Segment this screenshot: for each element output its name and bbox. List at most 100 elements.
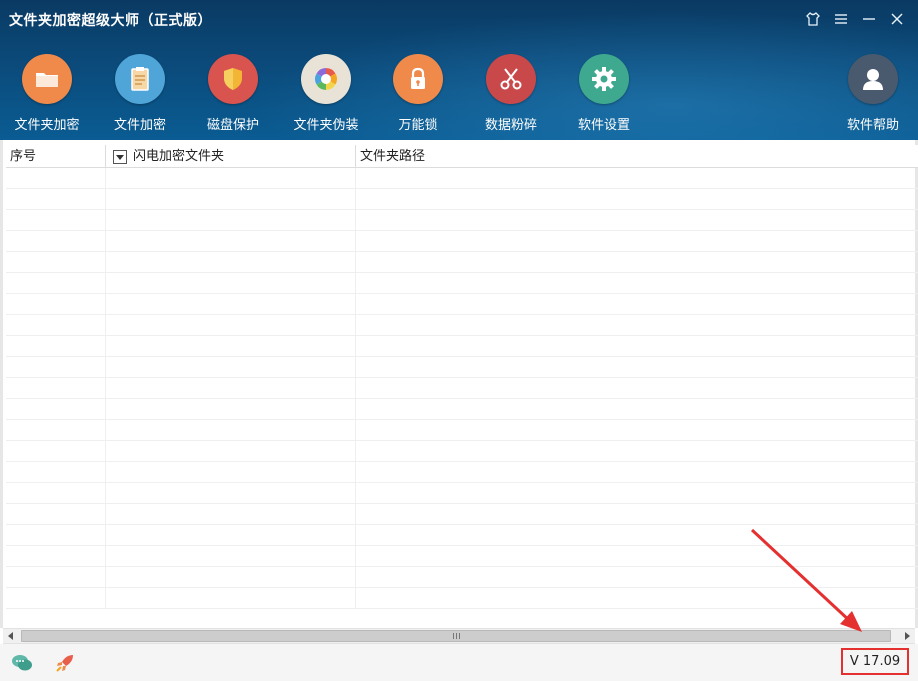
column-header-flash-folder[interactable]: 闪电加密文件夹 [106, 145, 356, 168]
table-cell [6, 483, 106, 503]
table-cell [6, 210, 106, 230]
table-cell [6, 252, 106, 272]
gear-icon [579, 54, 629, 104]
table-row[interactable] [6, 252, 918, 273]
table-row[interactable] [6, 588, 918, 609]
skin-icon[interactable] [802, 8, 824, 30]
rocket-icon[interactable] [54, 652, 76, 674]
folder-encrypt-button[interactable]: 文件夹加密 [2, 54, 92, 133]
version-label: V 17.09 [841, 648, 909, 675]
table-cell [106, 357, 356, 377]
shield-icon [208, 54, 258, 104]
table-cell [356, 378, 918, 398]
table-row[interactable] [6, 399, 918, 420]
clipboard-icon [115, 54, 165, 104]
table-cell [106, 294, 356, 314]
table-cell [6, 189, 106, 209]
table-row[interactable] [6, 294, 918, 315]
table-cell [356, 504, 918, 524]
table-cell [106, 462, 356, 482]
main-toolbar: 文件夹加密 文件加密 磁盘保护 文件夹伪装 万能锁 数据粉碎 软件设置 软件帮助 [0, 54, 918, 138]
table-cell [356, 357, 918, 377]
table-row[interactable] [6, 546, 918, 567]
table-cell [356, 399, 918, 419]
table-row[interactable] [6, 315, 918, 336]
column-header-folder-path[interactable]: 文件夹路径 [356, 145, 918, 168]
table-row[interactable] [6, 336, 918, 357]
table-cell [356, 441, 918, 461]
table-cell [6, 336, 106, 356]
table-row[interactable] [6, 168, 918, 189]
chat-icon[interactable] [11, 652, 33, 674]
table-row[interactable] [6, 273, 918, 294]
folder-disguise-button[interactable]: 文件夹伪装 [281, 54, 371, 133]
software-settings-button[interactable]: 软件设置 [559, 54, 649, 133]
table-cell [356, 315, 918, 335]
folder-icon [22, 54, 72, 104]
table-row[interactable] [6, 189, 918, 210]
scroll-thumb[interactable] [21, 630, 891, 642]
table-cell [106, 546, 356, 566]
table-row[interactable] [6, 525, 918, 546]
status-bar [0, 644, 918, 681]
minimize-icon[interactable] [858, 8, 880, 30]
table-cell [106, 231, 356, 251]
table-cell [6, 399, 106, 419]
disk-protect-button[interactable]: 磁盘保护 [188, 54, 278, 133]
table-cell [6, 357, 106, 377]
dropdown-filter-icon[interactable] [113, 149, 127, 164]
table-cell [106, 273, 356, 293]
table-cell [6, 462, 106, 482]
table-header: 序号 闪电加密文件夹 文件夹路径 [6, 145, 918, 168]
table-cell [106, 567, 356, 587]
table-cell [6, 420, 106, 440]
horizontal-scrollbar[interactable] [3, 628, 915, 644]
table-cell [6, 504, 106, 524]
table-cell [6, 294, 106, 314]
column-header-index[interactable]: 序号 [6, 145, 106, 168]
table-row[interactable] [6, 420, 918, 441]
color-wheel-icon [301, 54, 351, 104]
table-cell [106, 441, 356, 461]
table-cell [106, 168, 356, 188]
table-cell [106, 378, 356, 398]
menu-icon[interactable] [830, 8, 852, 30]
table-cell [106, 315, 356, 335]
table-cell [356, 546, 918, 566]
table-row[interactable] [6, 567, 918, 588]
table-cell [6, 588, 106, 608]
header-bar: 文件夹加密超级大师（正式版） 文件夹加密 文件加密 磁盘保护 文件夹伪装 万能锁… [0, 0, 918, 140]
table-cell [356, 588, 918, 608]
table-cell [6, 231, 106, 251]
folder-list-table[interactable]: 序号 闪电加密文件夹 文件夹路径 [0, 140, 918, 628]
scroll-left-icon[interactable] [3, 629, 19, 643]
table-cell [356, 168, 918, 188]
table-cell [6, 525, 106, 545]
table-cell [6, 546, 106, 566]
table-cell [6, 567, 106, 587]
table-cell [356, 525, 918, 545]
scissors-icon [486, 54, 536, 104]
table-cell [6, 168, 106, 188]
data-shred-button[interactable]: 数据粉碎 [466, 54, 556, 133]
table-cell [106, 420, 356, 440]
table-row[interactable] [6, 441, 918, 462]
table-row[interactable] [6, 378, 918, 399]
table-row[interactable] [6, 504, 918, 525]
software-help-button[interactable]: 软件帮助 [828, 54, 918, 133]
table-cell [106, 252, 356, 272]
table-cell [106, 504, 356, 524]
universal-lock-button[interactable]: 万能锁 [373, 54, 463, 133]
close-icon[interactable] [886, 8, 908, 30]
table-row[interactable] [6, 357, 918, 378]
table-row[interactable] [6, 231, 918, 252]
table-cell [356, 294, 918, 314]
scroll-right-icon[interactable] [899, 629, 915, 643]
table-row[interactable] [6, 462, 918, 483]
file-encrypt-button[interactable]: 文件加密 [95, 54, 185, 133]
table-cell [106, 189, 356, 209]
table-row[interactable] [6, 483, 918, 504]
table-row[interactable] [6, 210, 918, 231]
lock-icon [393, 54, 443, 104]
table-cell [356, 483, 918, 503]
